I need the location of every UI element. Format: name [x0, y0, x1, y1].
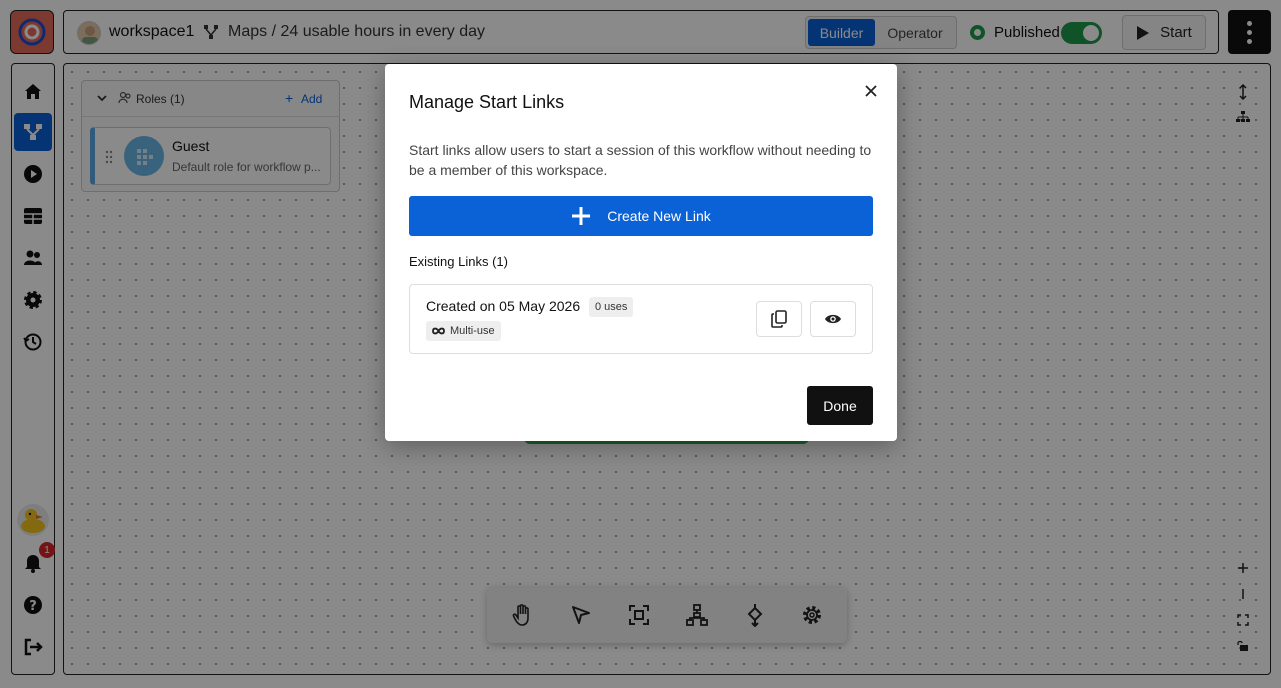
- plus-icon: [572, 207, 591, 225]
- uses-badge: 0 uses: [589, 297, 634, 317]
- view-link-button[interactable]: [810, 301, 856, 337]
- multi-use-badge: Multi-use: [426, 321, 501, 341]
- start-link-item: Created on 05 May 2026 0 uses Multi-use: [409, 284, 873, 354]
- create-new-link-button[interactable]: Create New Link: [409, 196, 873, 236]
- dialog-description: Start links allow users to start a sessi…: [409, 142, 872, 178]
- copy-link-button[interactable]: [756, 301, 802, 337]
- dialog-title: Manage Start Links: [409, 92, 565, 112]
- manage-start-links-dialog: Manage Start Links Start links allow use…: [385, 64, 897, 441]
- multi-use-label: Multi-use: [450, 325, 495, 337]
- close-icon: [865, 85, 877, 97]
- copy-icon: [771, 310, 787, 328]
- existing-links-label: Existing Links (1): [409, 254, 508, 269]
- infinity-icon: [432, 327, 445, 335]
- link-created-date: Created on 05 May 2026: [426, 298, 581, 314]
- done-button[interactable]: Done: [807, 386, 873, 425]
- eye-icon: [825, 314, 841, 324]
- create-new-link-label: Create New Link: [607, 208, 711, 224]
- close-button[interactable]: [860, 80, 882, 102]
